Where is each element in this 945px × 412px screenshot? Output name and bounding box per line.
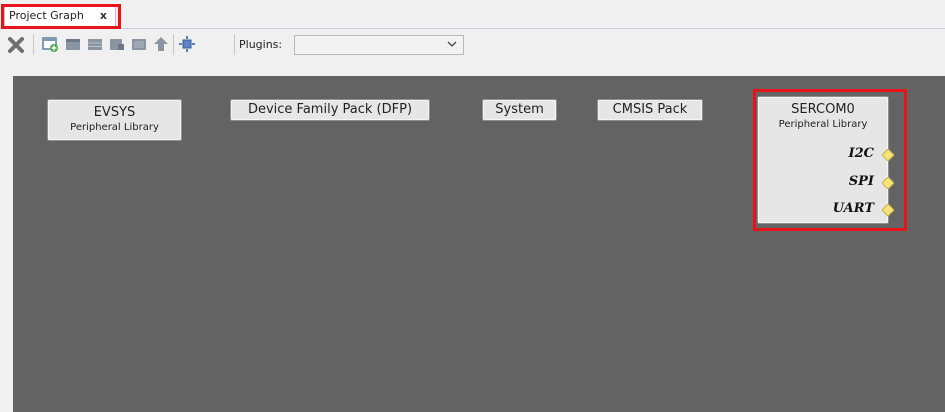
chevron-down-icon — [447, 41, 457, 47]
node-device-family-pack[interactable]: Device Family Pack (DFP) — [230, 99, 430, 121]
tab-highlight-box — [1, 4, 121, 29]
delete-icon[interactable] — [7, 36, 25, 54]
node-title: EVSYS — [93, 105, 136, 120]
node-highlight-box — [753, 89, 907, 231]
node-system[interactable]: System — [482, 99, 557, 121]
toolbar-separator — [173, 34, 174, 55]
node-cmsis-pack[interactable]: CMSIS Pack — [597, 99, 703, 121]
grid-icon[interactable] — [86, 35, 104, 53]
module-icon[interactable] — [130, 35, 148, 53]
folder-icon[interactable] — [64, 35, 82, 53]
node-evsys[interactable]: EVSYS Peripheral Library — [47, 99, 182, 141]
toolbar-separator — [33, 34, 34, 55]
node-title: Device Family Pack (DFP) — [247, 102, 413, 117]
plugins-dropdown[interactable] — [294, 35, 464, 55]
node-title: CMSIS Pack — [612, 102, 688, 117]
fit-icon[interactable] — [178, 35, 196, 53]
new-component-icon[interactable] — [41, 35, 59, 53]
toolbar-separator — [234, 34, 235, 55]
plugins-label: Plugins: — [239, 38, 283, 51]
node-subtitle: Peripheral Library — [70, 122, 159, 133]
group-icon[interactable] — [108, 35, 126, 53]
toolbar: Plugins: — [0, 29, 945, 61]
node-title: System — [495, 102, 544, 117]
tab-strip: Project Graph x — [0, 0, 945, 29]
up-arrow-icon[interactable] — [152, 35, 170, 53]
